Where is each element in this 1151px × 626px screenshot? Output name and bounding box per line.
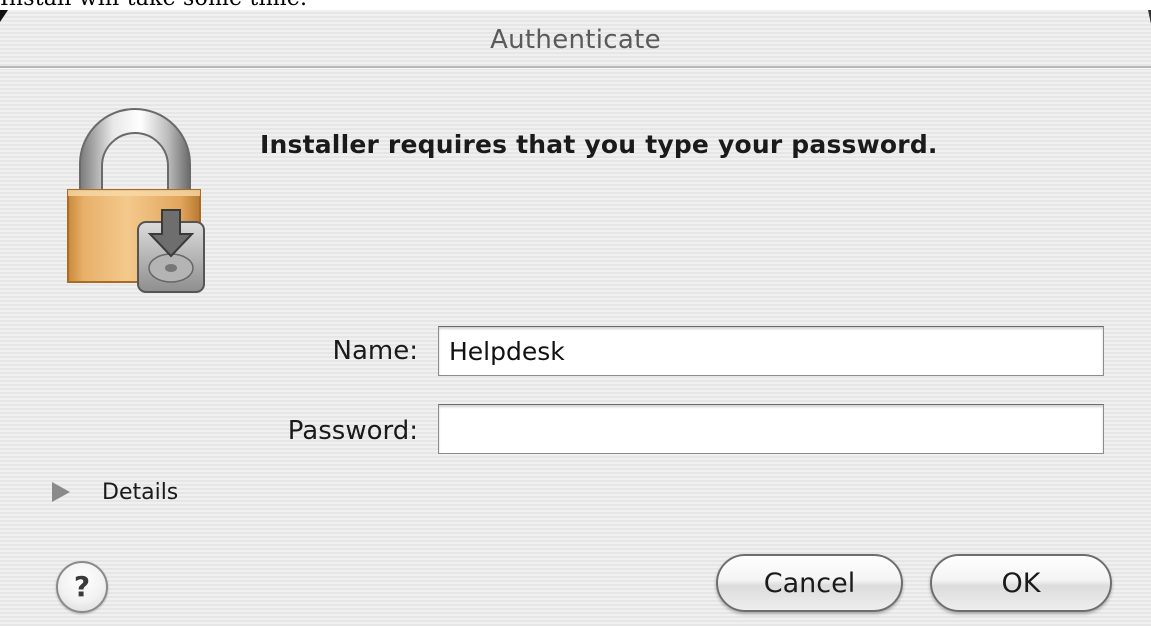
help-icon[interactable]: ? (74, 573, 90, 601)
name-label: Name: (332, 336, 418, 366)
name-field[interactable] (438, 326, 1104, 376)
details-disclosure[interactable]: Details (52, 476, 178, 508)
window-corner-left (0, 10, 8, 22)
ok-button[interactable]: OK (930, 554, 1112, 612)
disk-install-icon (137, 209, 205, 293)
password-field[interactable] (438, 404, 1104, 454)
dialog-title: Authenticate (490, 25, 661, 55)
title-separator (0, 66, 1151, 69)
lock-icon (67, 108, 205, 293)
disclosure-triangle-icon[interactable] (52, 482, 70, 502)
password-label: Password: (287, 416, 418, 446)
dialog-titlebar: Authenticate (0, 10, 1151, 66)
help-button[interactable]: ? (56, 561, 108, 613)
details-label[interactable]: Details (102, 480, 178, 505)
authenticate-dialog: Authenticate Installer requires that you… (0, 10, 1151, 626)
auth-message: Installer requires that you type your pa… (260, 130, 938, 159)
cancel-button[interactable]: Cancel (716, 554, 903, 612)
